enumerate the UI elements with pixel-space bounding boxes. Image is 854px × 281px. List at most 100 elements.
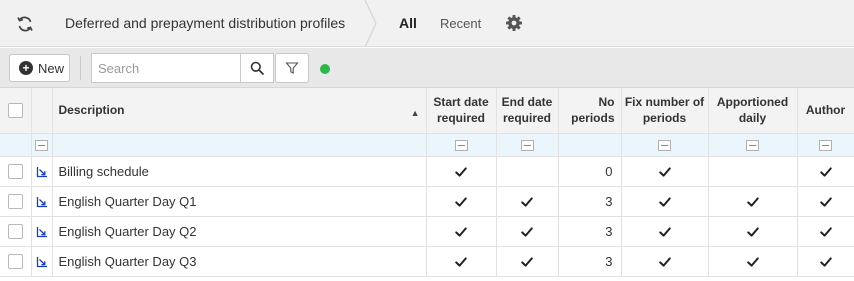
filter-toggle-start-date[interactable] [454,140,468,152]
gear-icon[interactable] [505,14,523,32]
column-header-start-date-required[interactable]: Start date required [426,88,497,134]
grid-body: Billing schedule 0 English Quarter Day Q1 3… [0,156,854,277]
filter-cell-no-periods[interactable] [558,133,622,157]
table-row[interactable]: Billing schedule 0 [0,156,854,187]
filter-cell [31,133,53,157]
cell-author [797,216,854,247]
checkmark-icon [454,223,468,238]
cell-start-date-required [426,246,497,277]
chart-link-icon[interactable] [36,164,48,179]
new-button[interactable]: + New [9,54,70,82]
filter-toggle-author[interactable] [819,140,832,152]
column-header-apportioned-daily[interactable]: Apportioned daily [708,88,798,134]
checkmark-icon [454,163,468,178]
search-input[interactable] [91,53,241,83]
checkmark-icon [454,193,468,208]
filter-toggle[interactable] [35,140,48,152]
filter-cell [621,133,709,157]
row-select-cell [0,186,32,217]
tab-all[interactable]: All [399,15,417,31]
search-icon [250,61,264,75]
row-link-cell [31,156,53,187]
funnel-icon [285,62,299,74]
row-checkbox[interactable] [7,164,23,180]
toolbar: + New [0,48,854,88]
checkmark-icon [819,223,833,238]
link-column-header [31,88,53,134]
row-checkbox[interactable] [7,194,23,210]
cell-start-date-required [426,216,497,247]
cell-start-date-required [426,156,497,187]
cell-fix-number-of-periods [621,186,709,217]
toolbar-divider [80,56,81,80]
refresh-icon[interactable] [13,12,37,36]
status-indicator [320,64,330,74]
row-select-cell [0,156,32,187]
filter-cell [0,133,32,157]
cell-author [797,186,854,217]
row-select-cell [0,216,32,247]
cell-description[interactable]: English Quarter Day Q2 [52,216,427,247]
cell-no-periods: 3 [558,246,622,277]
select-all-checkbox[interactable] [7,103,23,119]
filter-cell-description[interactable] [52,133,427,157]
table-row[interactable]: English Quarter Day Q3 3 [0,246,854,277]
row-link-cell [31,216,53,247]
column-header-no-periods[interactable]: No periods [558,88,622,134]
select-all-cell [0,88,32,134]
new-button-label: New [38,60,65,76]
tab-recent[interactable]: Recent [440,16,481,31]
cell-author [797,156,854,187]
cell-end-date-required [496,156,559,187]
cell-description[interactable]: English Quarter Day Q3 [52,246,427,277]
row-link-cell [31,186,53,217]
breadcrumb-separator [364,0,377,47]
page-header: Deferred and prepayment distribution pro… [0,0,854,47]
row-checkbox[interactable] [7,224,23,240]
table-row[interactable]: English Quarter Day Q1 3 [0,186,854,217]
chart-link-icon[interactable] [36,224,48,239]
cell-fix-number-of-periods [621,156,709,187]
chart-link-icon[interactable] [36,194,48,209]
column-header-fix-number-of-periods[interactable]: Fix number of periods [621,88,709,134]
cell-no-periods: 3 [558,186,622,217]
checkmark-icon [520,253,534,268]
row-checkbox[interactable] [7,254,23,270]
cell-end-date-required [496,216,559,247]
row-link-cell [31,246,53,277]
cell-no-periods: 3 [558,216,622,247]
table-row[interactable]: English Quarter Day Q2 3 [0,216,854,247]
column-header-end-date-required[interactable]: End date required [496,88,559,134]
cell-start-date-required [426,186,497,217]
checkmark-icon [819,163,833,178]
cell-apportioned-daily [708,216,798,247]
filter-toggle-apportioned[interactable] [746,140,759,152]
checkmark-icon [746,253,760,268]
row-select-cell [0,246,32,277]
checkmark-icon [658,193,672,208]
checkmark-icon [520,193,534,208]
profiles-grid: Description ▲ Start date required End da… [0,88,854,277]
filter-toggle-fix-number[interactable] [658,140,671,152]
column-header-description[interactable]: Description ▲ [52,88,427,134]
column-header-author[interactable]: Author [797,88,854,134]
filter-toggle-end-date[interactable] [520,140,534,152]
cell-fix-number-of-periods [621,216,709,247]
cell-no-periods: 0 [558,156,622,187]
filter-cell [426,133,497,157]
checkmark-icon [658,163,672,178]
search-button[interactable] [241,53,274,83]
checkmark-icon [520,223,534,238]
page-title: Deferred and prepayment distribution pro… [65,15,346,31]
cell-apportioned-daily [708,246,798,277]
filter-cell [708,133,798,157]
checkmark-icon [658,253,672,268]
cell-description[interactable]: English Quarter Day Q1 [52,186,427,217]
cell-end-date-required [496,246,559,277]
chart-link-icon[interactable] [36,254,48,269]
cell-apportioned-daily [708,186,798,217]
filter-row [0,133,854,157]
cell-description[interactable]: Billing schedule [52,156,427,187]
filter-button[interactable] [275,53,309,83]
checkmark-icon [746,193,760,208]
